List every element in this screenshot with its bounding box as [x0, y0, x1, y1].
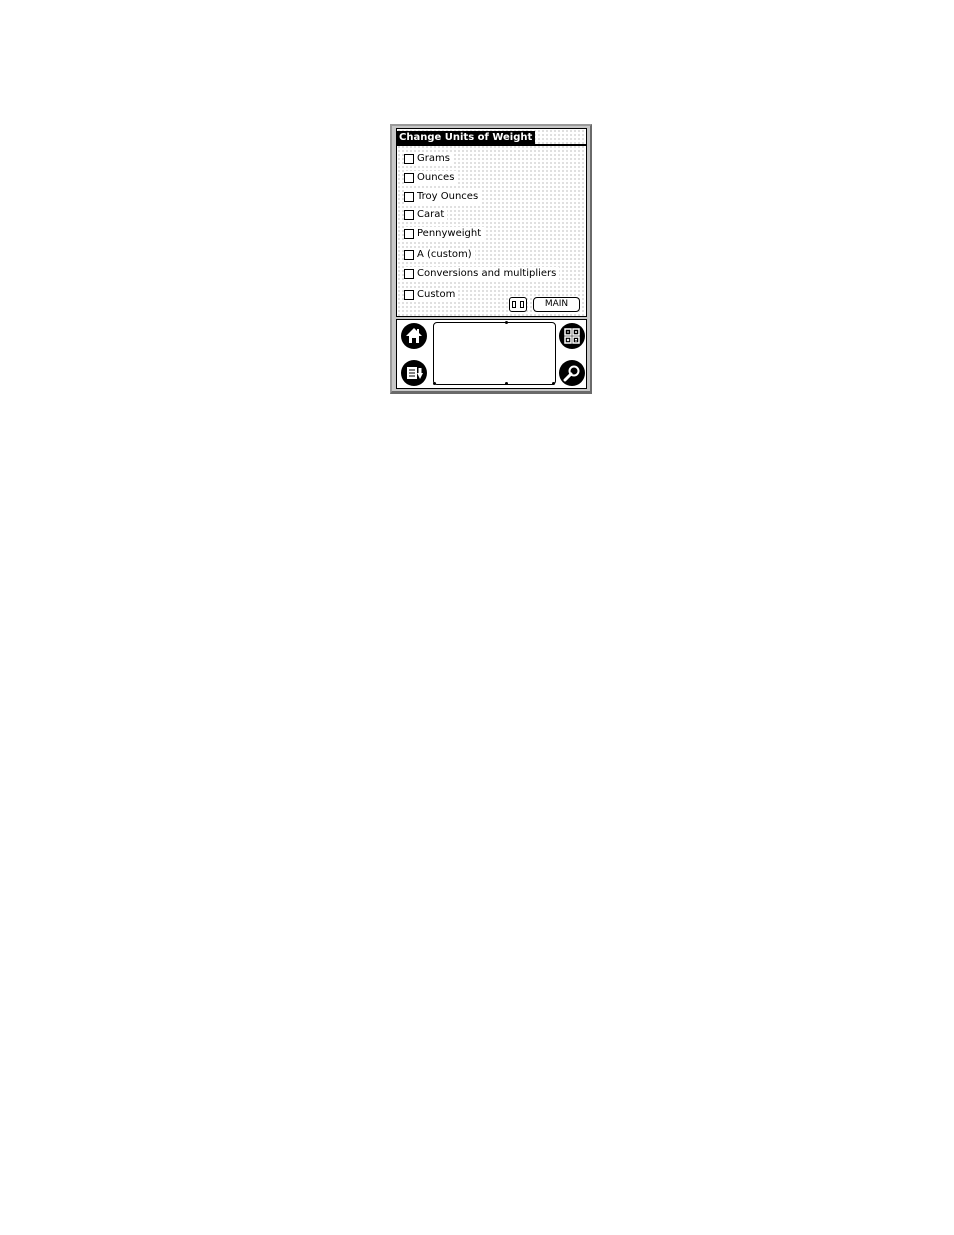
conversions-checkbox[interactable]: [404, 269, 414, 279]
option-a-custom[interactable]: A (custom): [404, 248, 475, 262]
option-label: Custom: [417, 289, 456, 300]
option-label: Grams: [417, 153, 450, 164]
form-title: Change Units of Weight: [397, 131, 536, 144]
menu-icon[interactable]: [401, 360, 427, 386]
form-title-bar: Change Units of Weight: [397, 131, 586, 146]
calculator-icon[interactable]: [559, 323, 585, 349]
option-label: Troy Ounces: [417, 191, 479, 202]
silkscreen-area: [396, 319, 587, 389]
graffiti-area[interactable]: [433, 321, 556, 385]
main-button[interactable]: MAIN: [533, 297, 580, 312]
option-label: Conversions and multipliers: [417, 268, 557, 279]
option-custom[interactable]: Custom: [404, 288, 459, 302]
graffiti-marker: [505, 382, 508, 385]
option-label: A (custom): [417, 249, 472, 260]
ounces-checkbox[interactable]: [404, 173, 414, 183]
palm-screen: Change Units of Weight Grams Ounces Troy…: [396, 128, 587, 317]
option-grams[interactable]: Grams: [404, 152, 453, 166]
home-icon[interactable]: [401, 323, 427, 349]
graffiti-marker: [433, 382, 436, 385]
option-label: Carat: [417, 209, 445, 220]
troy-ounces-checkbox[interactable]: [404, 192, 414, 202]
graffiti-marker: [505, 321, 508, 324]
palm-device-frame: Change Units of Weight Grams Ounces Troy…: [390, 124, 592, 394]
option-label: Pennyweight: [417, 228, 482, 239]
grams-checkbox[interactable]: [404, 154, 414, 164]
option-ounces[interactable]: Ounces: [404, 171, 458, 185]
option-troy-ounces[interactable]: Troy Ounces: [404, 190, 482, 204]
graffiti-marker: [552, 382, 555, 385]
custom-checkbox[interactable]: [404, 290, 414, 300]
option-carat[interactable]: Carat: [404, 208, 448, 222]
find-icon[interactable]: [559, 360, 585, 386]
carat-checkbox[interactable]: [404, 210, 414, 220]
option-conversions[interactable]: Conversions and multipliers: [404, 267, 560, 281]
a-custom-checkbox[interactable]: [404, 250, 414, 260]
small-control[interactable]: [509, 297, 527, 312]
pennyweight-checkbox[interactable]: [404, 229, 414, 239]
option-label: Ounces: [417, 172, 455, 183]
option-pennyweight[interactable]: Pennyweight: [404, 227, 485, 241]
